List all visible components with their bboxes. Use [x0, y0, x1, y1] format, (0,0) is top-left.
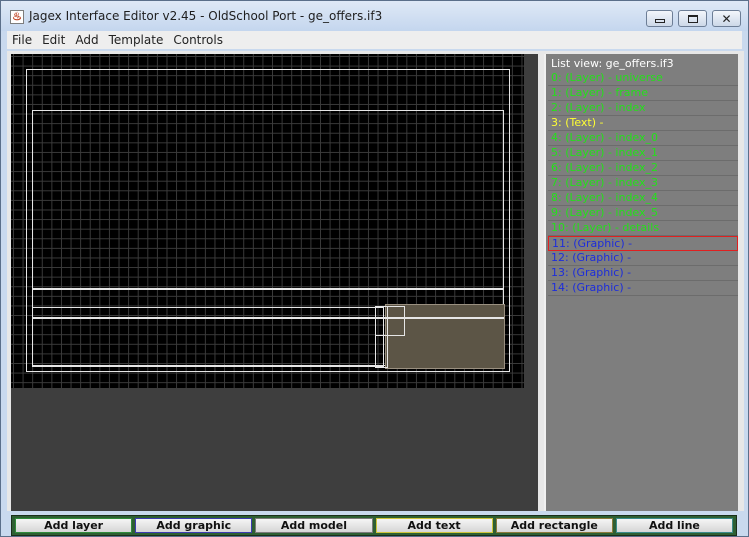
list-item-selected[interactable]: 11: (Graphic) - [548, 236, 738, 251]
list-item[interactable]: 10: (Layer) - details [548, 221, 738, 236]
add-toolbar: Add layer Add graphic Add model Add text… [11, 515, 737, 536]
window-title: Jagex Interface Editor v2.45 - OldSchool… [29, 9, 383, 23]
list-item[interactable]: 6: (Layer) - index_2 [548, 161, 738, 176]
list-item[interactable]: 0: (Layer) - universe [548, 71, 738, 86]
add-line-button[interactable]: Add line [615, 518, 734, 533]
list-item[interactable]: 12: (Graphic) - [548, 251, 738, 266]
editor-window: ♨ Jagex Interface Editor v2.45 - OldScho… [0, 0, 749, 537]
add-graphic-button[interactable]: Add graphic [135, 518, 253, 533]
menu-add[interactable]: Add [70, 33, 103, 47]
list-item[interactable]: 3: (Text) - [548, 116, 738, 131]
list-item[interactable]: 4: (Layer) - index_0 [548, 131, 738, 146]
details-outline[interactable] [32, 307, 384, 367]
index-row-outline[interactable] [32, 317, 504, 319]
title-bar[interactable]: ♨ Jagex Interface Editor v2.45 - OldScho… [1, 1, 748, 31]
add-text-button[interactable]: Add text [375, 518, 493, 533]
maximize-button[interactable] [678, 10, 707, 27]
minimize-icon [654, 18, 665, 23]
close-button[interactable]: ✕ [712, 10, 741, 27]
java-icon: ♨ [10, 10, 24, 24]
list-item[interactable]: 2: (Layer) - index [548, 101, 738, 116]
add-layer-button[interactable]: Add layer [15, 518, 133, 533]
graphic-outline[interactable] [375, 306, 388, 368]
list-item[interactable]: 9: (Layer) - index_5 [548, 206, 738, 221]
menu-controls[interactable]: Controls [168, 33, 228, 47]
content-area: List view: ge_offers.if3 0: (Layer) - un… [7, 51, 744, 511]
list-item[interactable]: 8: (Layer) - index_4 [548, 191, 738, 206]
index-outline[interactable] [32, 288, 504, 290]
list-view-items[interactable]: 0: (Layer) - universe 1: (Layer) - frame… [548, 71, 738, 296]
maximize-icon [687, 14, 698, 23]
list-item[interactable]: 14: (Graphic) - [548, 281, 738, 296]
menu-template[interactable]: Template [104, 33, 169, 47]
list-item[interactable]: 7: (Layer) - index_3 [548, 176, 738, 191]
list-view-panel: List view: ge_offers.if3 0: (Layer) - un… [544, 54, 738, 511]
list-item[interactable]: 1: (Layer) - frame [548, 86, 738, 101]
add-model-button[interactable]: Add model [255, 518, 373, 533]
minimize-button[interactable] [646, 10, 673, 27]
list-item[interactable]: 13: (Graphic) - [548, 266, 738, 281]
menu-file[interactable]: File [7, 33, 37, 47]
menu-edit[interactable]: Edit [37, 33, 70, 47]
canvas-area[interactable] [11, 54, 538, 511]
add-rectangle-button[interactable]: Add rectangle [495, 518, 613, 533]
interface-canvas[interactable] [11, 54, 524, 388]
menu-bar: File Edit Add Template Controls [7, 31, 742, 49]
close-icon: ✕ [721, 11, 732, 26]
list-view-title: List view: ge_offers.if3 [551, 57, 674, 70]
list-item[interactable]: 5: (Layer) - index_1 [548, 146, 738, 161]
